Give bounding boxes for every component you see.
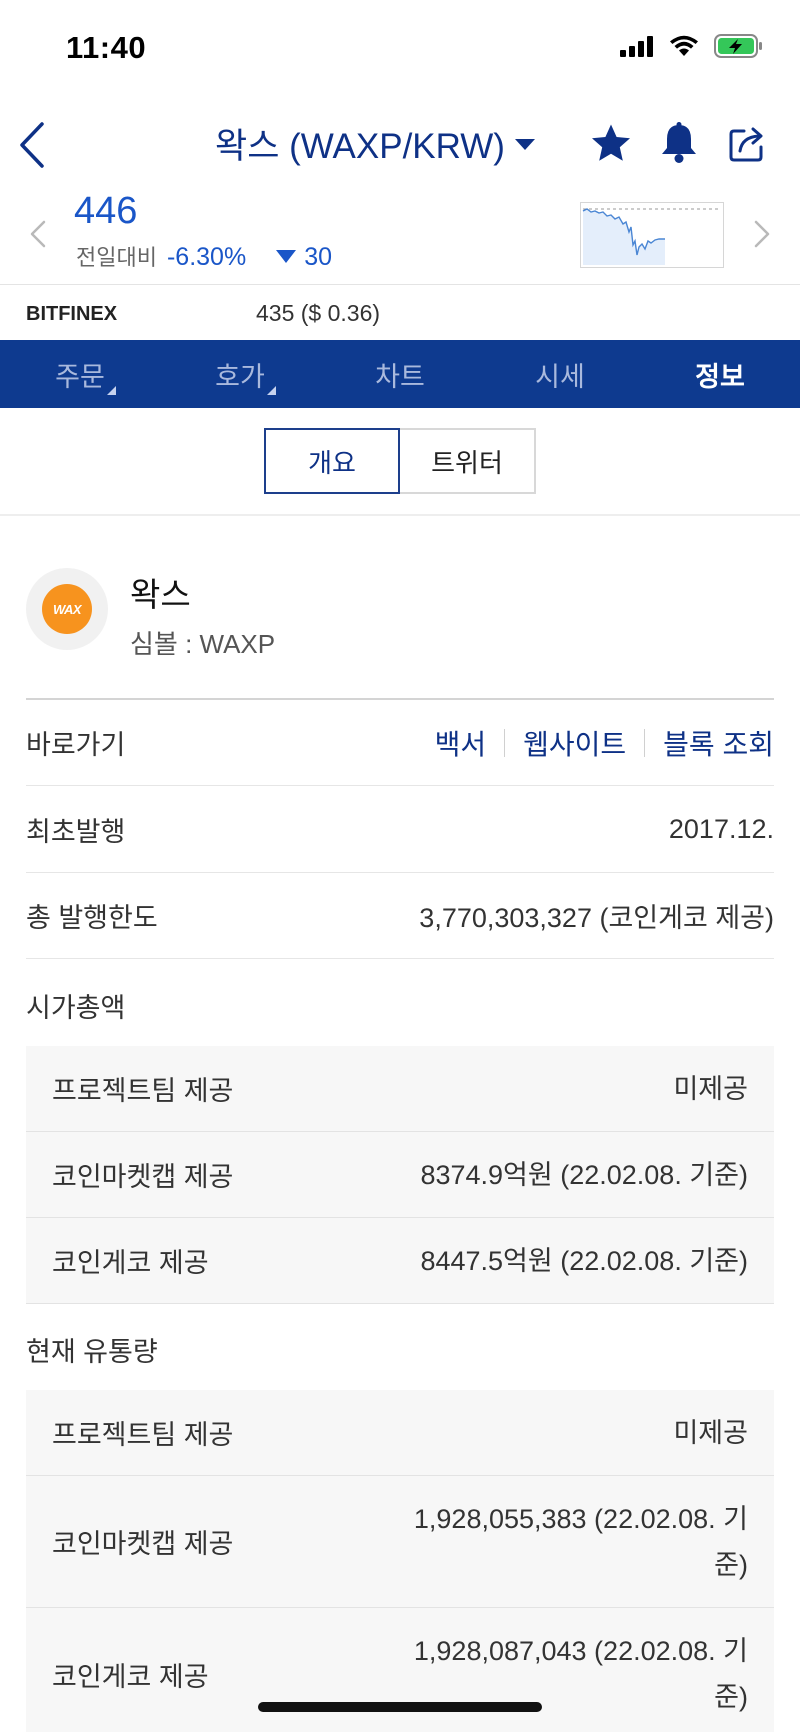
caret-down-icon xyxy=(514,139,535,150)
chevron-left-icon xyxy=(30,220,46,248)
submenu-corner-icon xyxy=(267,386,276,395)
source-value: 미제공 xyxy=(673,1073,748,1104)
mini-chart[interactable] xyxy=(580,202,724,268)
battery-charging-icon xyxy=(714,34,764,58)
share-button[interactable] xyxy=(724,120,770,166)
market-cap-row: 프로젝트팀 제공 미제공 xyxy=(26,1046,774,1132)
next-coin-button[interactable] xyxy=(748,214,774,254)
chevron-right-icon xyxy=(754,220,770,248)
tab-label: 차트 xyxy=(375,361,425,392)
source-value: 8447.5억원 (22.02.08. 기준) xyxy=(420,1245,748,1276)
first-issue-label: 최초발행 xyxy=(26,817,126,847)
value-line: 준) xyxy=(714,1682,748,1712)
star-icon xyxy=(592,124,630,161)
source-value: 8374.9억원 (22.02.08. 기준) xyxy=(420,1159,748,1190)
circulating-label: 현재 유통량 xyxy=(26,1337,158,1367)
link-divider xyxy=(644,728,646,757)
prev-coin-button[interactable] xyxy=(26,214,52,254)
circulating-row: 프로젝트팀 제공 미제공 xyxy=(26,1390,774,1476)
source-value: 1,928,055,383 (22.02.08. 기 준) xyxy=(414,1496,748,1588)
tab-label: 정보 xyxy=(695,361,745,392)
share-icon xyxy=(729,127,763,162)
coin-header: WAX 왁스 심볼 : WAXP xyxy=(26,568,774,698)
circulating-row: 코인마켓캡 제공 1,928,055,383 (22.02.08. 기 준) xyxy=(26,1476,774,1608)
market-cap-row: 코인마켓캡 제공 8374.9억원 (22.02.08. 기준) xyxy=(26,1132,774,1218)
total-supply-value: 3,770,303,327 (코인게코 제공) xyxy=(419,903,774,933)
status-bar: 11:40 xyxy=(0,0,800,100)
change-value: 30 xyxy=(304,243,332,271)
shortcuts-row: 바로가기 백서 웹사이트 블록 조회 xyxy=(26,700,774,786)
exchange-name: BITFINEX xyxy=(26,303,118,325)
segment-bar: 개요 트위터 xyxy=(0,408,800,516)
value-line: 준) xyxy=(714,1549,748,1580)
tab-info[interactable]: 정보 xyxy=(640,340,800,408)
whitepaper-link[interactable]: 백서 xyxy=(435,723,487,763)
app-header: 왁스 (WAXP/KRW) xyxy=(0,100,800,188)
current-price: 446 xyxy=(74,190,138,232)
source-label: 코인게코 제공 xyxy=(52,1248,209,1278)
source-label: 코인게코 제공 xyxy=(52,1661,209,1692)
market-cap-row: 코인게코 제공 8447.5억원 (22.02.08. 기준) xyxy=(26,1218,774,1304)
wifi-icon xyxy=(668,34,700,58)
bell-icon xyxy=(662,122,696,163)
sparkline-icon xyxy=(582,208,721,265)
source-label: 프로젝트팀 제공 xyxy=(52,1420,234,1450)
tab-bar: 주문 호가 차트 시세 정보 xyxy=(0,340,800,408)
compare-label: 전일대비 xyxy=(76,245,157,270)
status-icons xyxy=(620,34,764,58)
tab-quotes[interactable]: 시세 xyxy=(480,340,640,408)
coin-logo: WAX xyxy=(26,568,108,650)
value-line: 1,928,087,043 (22.02.08. 기 xyxy=(413,1636,748,1666)
coin-name: 왁스 xyxy=(130,576,191,613)
coin-symbol: 심볼 : WAXP xyxy=(130,629,276,659)
status-time: 11:40 xyxy=(66,30,147,65)
page-title: 왁스 (WAXP/KRW) xyxy=(215,127,505,166)
segment-twitter[interactable]: 트위터 xyxy=(400,428,536,494)
source-value: 미제공 xyxy=(673,1417,748,1448)
exchange-price: 435 ($ 0.36) xyxy=(256,300,381,326)
tab-order[interactable]: 주문 xyxy=(0,340,160,408)
favorite-button[interactable] xyxy=(588,120,634,166)
block-explorer-link[interactable]: 블록 조회 xyxy=(663,723,774,763)
first-issue-value: 2017.12. xyxy=(668,814,774,844)
circulating-row: 코인게코 제공 1,928,087,043 (22.02.08. 기 준) xyxy=(26,1608,774,1732)
price-change: 전일대비 -6.30% 30 xyxy=(76,240,332,272)
down-triangle-icon xyxy=(276,249,297,263)
total-supply-row: 총 발행한도 3,770,303,327 (코인게코 제공) xyxy=(26,873,774,959)
first-issue-row: 최초발행 2017.12. xyxy=(26,787,774,873)
tab-label: 시세 xyxy=(535,361,585,392)
home-indicator[interactable] xyxy=(258,1702,542,1712)
submenu-corner-icon xyxy=(107,386,116,395)
alert-button[interactable] xyxy=(656,120,702,166)
market-selector[interactable]: 왁스 (WAXP/KRW) xyxy=(215,118,535,169)
market-cap-label: 시가총액 xyxy=(26,993,126,1023)
website-link[interactable]: 웹사이트 xyxy=(523,723,626,763)
segment-overview[interactable]: 개요 xyxy=(264,428,400,494)
total-supply-label: 총 발행한도 xyxy=(26,903,158,933)
segmented-control: 개요 트위터 xyxy=(264,428,536,494)
shortcuts-label: 바로가기 xyxy=(26,730,126,760)
tab-orderbook[interactable]: 호가 xyxy=(160,340,320,408)
link-divider xyxy=(504,728,506,757)
header-actions xyxy=(588,120,770,166)
value-line: 1,928,055,383 (22.02.08. 기 xyxy=(413,1503,748,1534)
source-label: 프로젝트팀 제공 xyxy=(52,1076,234,1106)
price-row: 446 전일대비 -6.30% 30 xyxy=(0,188,800,284)
exchange-row: BITFINEX 435 ($ 0.36) xyxy=(0,284,800,340)
tab-label: 주문 xyxy=(55,361,105,392)
shortcut-links: 백서 웹사이트 블록 조회 xyxy=(435,723,774,763)
wax-logo-icon: WAX xyxy=(42,584,92,634)
source-label: 코인마켓캡 제공 xyxy=(52,1529,234,1559)
tab-label: 호가 xyxy=(215,361,265,392)
change-percent: -6.30% xyxy=(166,243,247,271)
cellular-signal-icon xyxy=(620,35,654,57)
source-label: 코인마켓캡 제공 xyxy=(52,1162,234,1192)
tab-chart[interactable]: 차트 xyxy=(320,340,480,408)
